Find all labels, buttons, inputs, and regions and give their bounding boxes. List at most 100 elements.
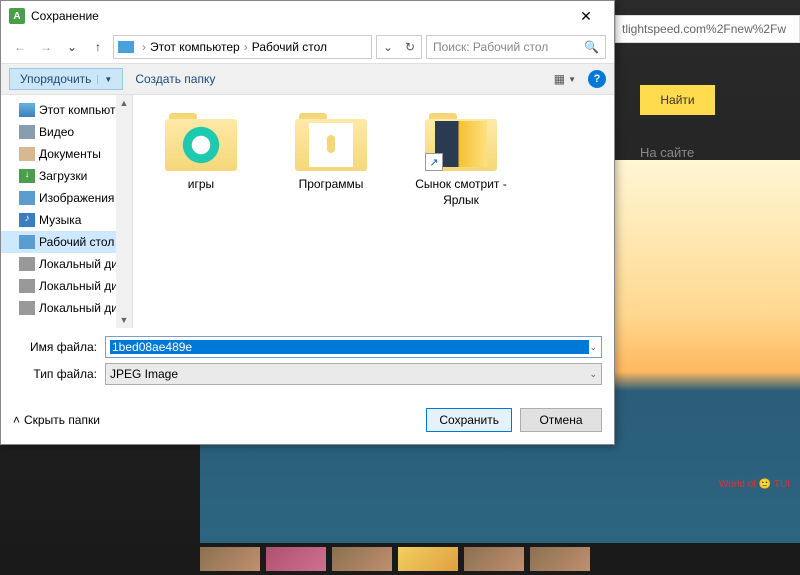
sidebar-item-label: Рабочий стол — [39, 235, 114, 249]
chevron-right-icon[interactable]: › — [140, 40, 148, 54]
chevron-down-icon: ▼ — [568, 75, 576, 84]
filetype-label: Тип файла: — [13, 367, 105, 381]
folder-icon — [295, 113, 367, 171]
hide-folders-toggle[interactable]: ˄ Скрыть папки — [13, 413, 100, 427]
folder-label: Программы — [281, 177, 381, 193]
up-button[interactable]: ↑ — [87, 36, 109, 58]
sidebar-item[interactable]: Локальный дис — [1, 297, 132, 319]
folder-item[interactable]: Программы — [281, 113, 381, 193]
filetype-select[interactable]: JPEG Image ⌄ — [105, 363, 602, 385]
crumb-dropdown-icon[interactable]: ⌄ — [377, 36, 399, 58]
scroll-up-icon[interactable]: ▲ — [116, 95, 132, 111]
sidebar-item[interactable]: Видео — [1, 121, 132, 143]
save-dialog: A Сохранение ✕ ← → ⌄ ↑ › Этот компьютер … — [0, 0, 615, 445]
folder-icon — [165, 113, 237, 171]
folder-item[interactable]: ↗Сынок смотрит - Ярлык — [411, 113, 511, 208]
dialog-title: Сохранение — [31, 9, 566, 23]
refresh-button[interactable]: ↻ — [399, 36, 421, 58]
folder-icon: ↗ — [425, 113, 497, 171]
sidebar-item[interactable]: Изображения — [1, 187, 132, 209]
filename-label: Имя файла: — [13, 340, 105, 354]
sidebar-scrollbar[interactable]: ▲ ▼ — [116, 95, 132, 328]
doc-icon — [19, 147, 35, 161]
yandex-find-button[interactable]: Найти — [640, 85, 715, 115]
sidebar-item[interactable]: Музыка — [1, 209, 132, 231]
file-list[interactable]: игры Программы ↗Сынок смотрит - Ярлык — [133, 95, 614, 328]
sidebar-item-label: Музыка — [39, 213, 81, 227]
thumbnail[interactable] — [332, 547, 392, 571]
thumbnail[interactable] — [266, 547, 326, 571]
background-tab-label: На сайте — [640, 145, 694, 160]
sidebar: Этот компьютер Видео Документы Загрузки Изоб… — [1, 95, 133, 328]
browser-address-bar[interactable]: tlightspeed.com%2Fnew%2Fw — [615, 15, 800, 43]
mus-icon — [19, 213, 35, 227]
sidebar-item-label: Локальный дис — [39, 257, 124, 271]
filename-input[interactable]: 1bed08ae489e ⌄ — [105, 336, 602, 358]
disk-icon — [19, 257, 35, 271]
body-area: Этот компьютер Видео Документы Загрузки Изоб… — [1, 95, 614, 328]
disk-icon — [19, 279, 35, 293]
sidebar-item-label: Локальный дис — [39, 279, 124, 293]
app-icon: A — [9, 8, 25, 24]
chevron-down-icon[interactable]: ▼ — [97, 75, 112, 84]
sidebar-item[interactable]: Этот компьютер — [1, 99, 132, 121]
search-input[interactable]: Поиск: Рабочий стол 🔍 — [426, 35, 606, 59]
cancel-button[interactable]: Отмена — [520, 408, 602, 432]
back-button[interactable]: ← — [9, 36, 31, 58]
crumb-leaf[interactable]: Рабочий стол — [252, 40, 327, 54]
chevron-down-icon[interactable]: ⌄ — [589, 369, 597, 380]
thumbnail[interactable] — [398, 547, 458, 571]
sidebar-item-label: Видео — [39, 125, 74, 139]
filetype-value: JPEG Image — [110, 367, 589, 381]
sidebar-item[interactable]: Локальный дис — [1, 253, 132, 275]
url-fragment: tlightspeed.com%2Fnew%2Fw — [622, 22, 786, 36]
folder-item[interactable]: игры — [151, 113, 251, 193]
organize-label: Упорядочить — [20, 72, 91, 86]
grid-icon: ▦ — [554, 72, 565, 86]
close-button[interactable]: ✕ — [566, 2, 606, 30]
toolbar: Упорядочить ▼ Создать папку ▦ ▼ ? — [1, 63, 614, 95]
thumbnail[interactable] — [464, 547, 524, 571]
titlebar: A Сохранение ✕ — [1, 1, 614, 31]
crumb-root[interactable]: Этот компьютер — [150, 40, 240, 54]
breadcrumb[interactable]: › Этот компьютер › Рабочий стол — [113, 35, 372, 59]
sidebar-item[interactable]: Документы — [1, 143, 132, 165]
hide-folders-label: Скрыть папки — [24, 413, 100, 427]
fields-area: Имя файла: 1bed08ae489e ⌄ Тип файла: JPE… — [1, 328, 614, 398]
sidebar-item-label: Документы — [39, 147, 101, 161]
thumbnail[interactable] — [530, 547, 590, 571]
search-icon[interactable]: 🔍 — [584, 40, 599, 54]
vid-icon — [19, 125, 35, 139]
navigation-bar: ← → ⌄ ↑ › Этот компьютер › Рабочий стол … — [1, 31, 614, 63]
sidebar-item-label: Изображения — [39, 191, 114, 205]
pc-icon — [118, 41, 134, 53]
shortcut-badge-icon: ↗ — [425, 153, 443, 171]
scroll-down-icon[interactable]: ▼ — [116, 312, 132, 328]
desk-icon — [19, 235, 35, 249]
new-folder-button[interactable]: Создать папку — [135, 72, 215, 86]
dropdown-history-icon[interactable]: ⌄ — [61, 36, 83, 58]
save-button[interactable]: Сохранить — [426, 408, 512, 432]
view-mode-button[interactable]: ▦ ▼ — [554, 72, 576, 86]
disk-icon — [19, 301, 35, 315]
sidebar-item-label: Загрузки — [39, 169, 87, 183]
scroll-track[interactable] — [116, 111, 132, 312]
filename-value: 1bed08ae489e — [110, 340, 589, 354]
button-row: ˄ Скрыть папки Сохранить Отмена — [1, 398, 614, 444]
sidebar-item[interactable]: Загрузки — [1, 165, 132, 187]
search-placeholder: Поиск: Рабочий стол — [433, 40, 548, 54]
organize-button[interactable]: Упорядочить ▼ — [9, 68, 123, 90]
watermark-text: World of 🙂 TUI — [719, 479, 790, 490]
thumbnail-strip — [0, 543, 800, 575]
refresh-group: ⌄ ↻ — [376, 35, 422, 59]
dl-icon — [19, 169, 35, 183]
sidebar-item-label: Локальный дис — [39, 301, 124, 315]
sidebar-item[interactable]: Локальный дис — [1, 275, 132, 297]
chevron-down-icon[interactable]: ⌄ — [589, 342, 597, 353]
folder-label: игры — [151, 177, 251, 193]
pc-icon — [19, 103, 35, 117]
thumbnail[interactable] — [200, 547, 260, 571]
chevron-right-icon[interactable]: › — [242, 40, 250, 54]
sidebar-item[interactable]: Рабочий стол — [1, 231, 132, 253]
help-button[interactable]: ? — [588, 70, 606, 88]
